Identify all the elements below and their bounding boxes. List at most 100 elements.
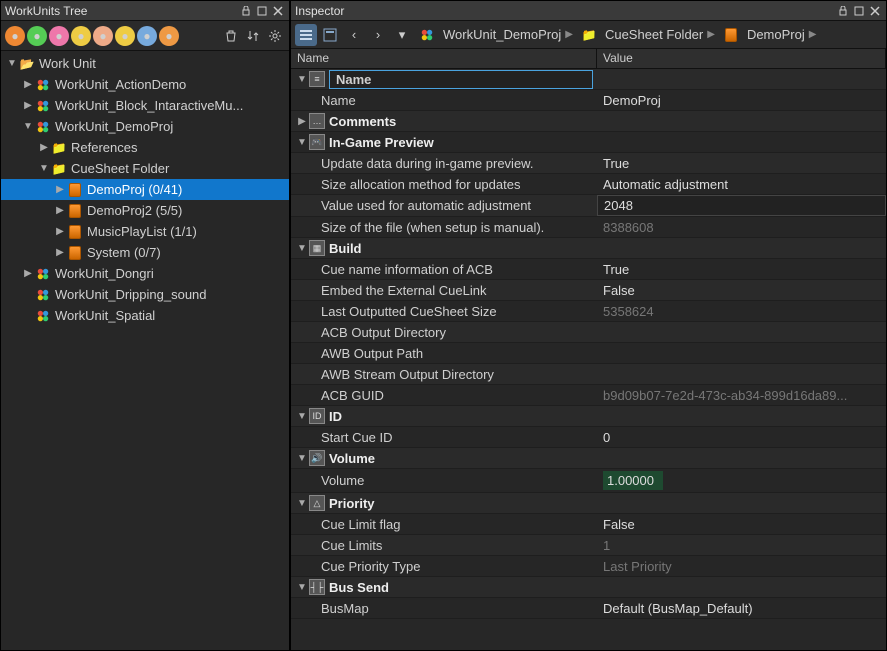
- property-value[interactable]: [597, 351, 886, 355]
- expand-icon[interactable]: ▼: [295, 411, 309, 422]
- filter-5-icon[interactable]: ●: [93, 26, 113, 46]
- property-value[interactable]: Automatic adjustment: [597, 175, 886, 194]
- view-list-icon[interactable]: [295, 24, 317, 46]
- tree-item[interactable]: ▶WorkUnit_ActionDemo: [1, 74, 289, 95]
- property-row[interactable]: Value used for automatic adjustment2048: [291, 195, 886, 217]
- tree-item[interactable]: WorkUnit_Dripping_sound: [1, 284, 289, 305]
- tree-item[interactable]: ▶WorkUnit_Dongri: [1, 263, 289, 284]
- expand-icon[interactable]: ▶: [53, 205, 67, 216]
- expand-icon[interactable]: ▼: [295, 137, 309, 148]
- property-value[interactable]: 8388608: [597, 218, 886, 237]
- property-value[interactable]: 1.00000: [597, 469, 886, 492]
- property-row[interactable]: Last Outputted CueSheet Size5358624: [291, 301, 886, 322]
- lock-icon[interactable]: [239, 4, 253, 18]
- property-row[interactable]: Cue name information of ACBTrue: [291, 259, 886, 280]
- expand-icon[interactable]: ▶: [37, 142, 51, 153]
- property-value[interactable]: Default (BusMap_Default): [597, 599, 886, 618]
- property-group-header[interactable]: ▼┤├Bus Send: [291, 577, 886, 598]
- expand-icon[interactable]: ▼: [295, 74, 309, 85]
- property-row[interactable]: BusMapDefault (BusMap_Default): [291, 598, 886, 619]
- nav-history-icon[interactable]: ▾: [391, 24, 413, 46]
- property-value[interactable]: False: [597, 281, 886, 300]
- chevron-right-icon[interactable]: ▶: [707, 29, 715, 40]
- property-row[interactable]: AWB Stream Output Directory: [291, 364, 886, 385]
- tree-item[interactable]: ▶DemoProj2 (5/5): [1, 200, 289, 221]
- expand-icon[interactable]: ▼: [295, 453, 309, 464]
- property-value[interactable]: 1: [597, 536, 886, 555]
- property-value[interactable]: Last Priority: [597, 557, 886, 576]
- breadcrumb-item[interactable]: DemoProj▶: [719, 24, 821, 46]
- workunits-tree[interactable]: ▼Work Unit▶WorkUnit_ActionDemo▶WorkUnit_…: [1, 51, 289, 650]
- filter-1-icon[interactable]: ●: [5, 26, 25, 46]
- property-row[interactable]: Cue Limit flagFalse: [291, 514, 886, 535]
- expand-icon[interactable]: ▶: [53, 247, 67, 258]
- tree-item[interactable]: ▼CueSheet Folder: [1, 158, 289, 179]
- close-icon[interactable]: [868, 4, 882, 18]
- property-row[interactable]: Cue Priority TypeLast Priority: [291, 556, 886, 577]
- property-row[interactable]: Embed the External CueLinkFalse: [291, 280, 886, 301]
- expand-icon[interactable]: ▼: [21, 121, 35, 132]
- breadcrumb-item[interactable]: WorkUnit_DemoProj▶: [415, 24, 577, 46]
- inspector-body[interactable]: ▼≡NameNameDemoProj▶…Comments▼🎮In-Game Pr…: [291, 69, 886, 650]
- tree-root[interactable]: ▼Work Unit: [1, 53, 289, 74]
- property-value[interactable]: DemoProj: [597, 91, 886, 110]
- property-row[interactable]: Volume1.00000: [291, 469, 886, 493]
- expand-icon[interactable]: ▶: [295, 116, 309, 127]
- property-row[interactable]: NameDemoProj: [291, 90, 886, 111]
- expand-icon[interactable]: ▶: [53, 226, 67, 237]
- close-icon[interactable]: [271, 4, 285, 18]
- property-group-header[interactable]: ▼IDID: [291, 406, 886, 427]
- tree-item[interactable]: ▶WorkUnit_Block_IntaractiveMu...: [1, 95, 289, 116]
- property-row[interactable]: ACB GUIDb9d09b07-7e2d-473c-ab34-899d16da…: [291, 385, 886, 406]
- property-value[interactable]: 2048: [597, 195, 886, 216]
- tree-item[interactable]: ▶System (0/7): [1, 242, 289, 263]
- expand-icon[interactable]: ▶: [21, 79, 35, 90]
- filter-4-icon[interactable]: ●: [71, 26, 91, 46]
- property-row[interactable]: Update data during in-game preview.True: [291, 153, 886, 174]
- filter-6-icon[interactable]: ●: [115, 26, 135, 46]
- expand-icon[interactable]: ▼: [295, 498, 309, 509]
- property-value[interactable]: False: [597, 515, 886, 534]
- property-row[interactable]: Start Cue ID0: [291, 427, 886, 448]
- chevron-right-icon[interactable]: ▶: [565, 29, 573, 40]
- filter-3-icon[interactable]: ●: [49, 26, 69, 46]
- property-row[interactable]: Size of the file (when setup is manual).…: [291, 217, 886, 238]
- maximize-icon[interactable]: [255, 4, 269, 18]
- expand-icon[interactable]: ▶: [21, 100, 35, 111]
- filter-8-icon[interactable]: ●: [159, 26, 179, 46]
- property-group-header[interactable]: ▼≡Name: [291, 69, 886, 90]
- filter-2-icon[interactable]: ●: [27, 26, 47, 46]
- nav-back-icon[interactable]: ‹: [343, 24, 365, 46]
- property-value[interactable]: b9d09b07-7e2d-473c-ab34-899d16da89...: [597, 386, 886, 405]
- trash-icon[interactable]: [221, 26, 241, 46]
- sort-icon[interactable]: [243, 26, 263, 46]
- property-group-header[interactable]: ▼🔊Volume: [291, 448, 886, 469]
- tree-item[interactable]: ▶DemoProj (0/41): [1, 179, 289, 200]
- maximize-icon[interactable]: [852, 4, 866, 18]
- expand-icon[interactable]: ▼: [37, 163, 51, 174]
- expand-icon[interactable]: ▼: [295, 582, 309, 593]
- property-value[interactable]: True: [597, 260, 886, 279]
- property-value[interactable]: True: [597, 154, 886, 173]
- tree-item[interactable]: ▶MusicPlayList (1/1): [1, 221, 289, 242]
- expand-icon[interactable]: ▶: [21, 268, 35, 279]
- property-group-header[interactable]: ▼🎮In-Game Preview: [291, 132, 886, 153]
- column-name[interactable]: Name: [291, 49, 597, 68]
- property-value[interactable]: 0: [597, 428, 886, 447]
- property-value[interactable]: 1.00000: [603, 471, 663, 490]
- expand-icon[interactable]: ▼: [295, 243, 309, 254]
- property-group-header[interactable]: ▼△Priority: [291, 493, 886, 514]
- property-row[interactable]: ACB Output Directory: [291, 322, 886, 343]
- view-form-icon[interactable]: [319, 24, 341, 46]
- breadcrumb-item[interactable]: CueSheet Folder▶: [577, 24, 719, 46]
- property-value[interactable]: [597, 372, 886, 376]
- property-value[interactable]: [597, 330, 886, 334]
- tree-item[interactable]: ▶References: [1, 137, 289, 158]
- property-value[interactable]: 5358624: [597, 302, 886, 321]
- expand-icon[interactable]: ▶: [53, 184, 67, 195]
- filter-7-icon[interactable]: ●: [137, 26, 157, 46]
- lock-icon[interactable]: [836, 4, 850, 18]
- tree-item[interactable]: WorkUnit_Spatial: [1, 305, 289, 326]
- settings-icon[interactable]: [265, 26, 285, 46]
- group-title-editing[interactable]: Name: [329, 70, 593, 89]
